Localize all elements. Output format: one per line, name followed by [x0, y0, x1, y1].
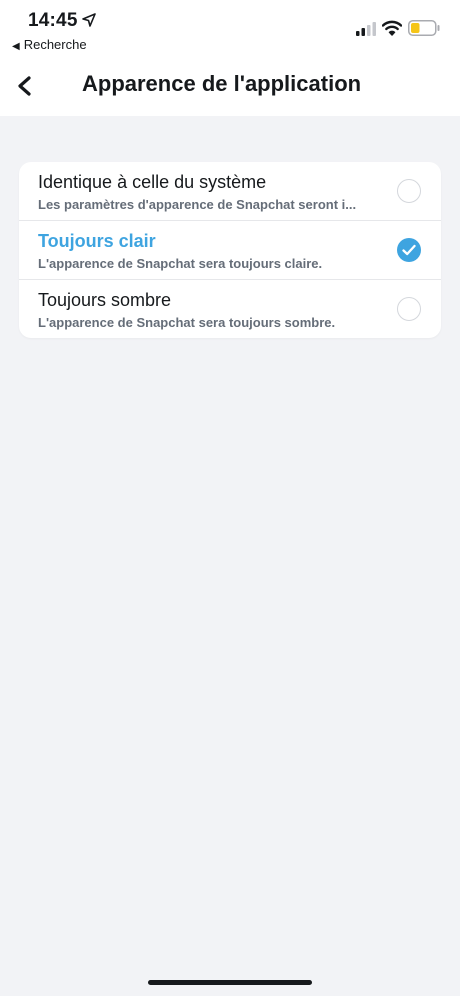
- option-system[interactable]: Identique à celle du système Les paramèt…: [19, 162, 441, 220]
- option-title: Toujours clair: [38, 231, 156, 251]
- option-title: Identique à celle du système: [38, 172, 267, 192]
- cellular-signal-icon: [356, 22, 376, 36]
- option-always-dark[interactable]: Toujours sombre L'apparence de Snapchat …: [19, 279, 441, 338]
- wifi-icon: [382, 20, 402, 36]
- appearance-options-card: Identique à celle du système Les paramèt…: [19, 162, 441, 338]
- option-subtitle: L'apparence de Snapchat sera toujours cl…: [38, 256, 323, 271]
- home-indicator[interactable]: [148, 980, 312, 985]
- nav-header: Apparence de l'application: [0, 60, 460, 116]
- option-always-light[interactable]: Toujours clair L'apparence de Snapchat s…: [19, 220, 441, 279]
- checkmark-icon: [402, 244, 416, 256]
- radio-checked-icon[interactable]: [397, 238, 421, 262]
- back-to-app-link[interactable]: ◀ Recherche: [12, 37, 87, 52]
- page-title: Apparence de l'application: [82, 71, 362, 96]
- option-subtitle: Les paramètres d'apparence de Snapchat s…: [38, 197, 357, 212]
- back-chevron-icon[interactable]: [12, 70, 40, 102]
- battery-low-icon: [408, 20, 440, 36]
- radio-unchecked-icon[interactable]: [397, 297, 421, 321]
- option-subtitle: L'apparence de Snapchat sera toujours so…: [38, 315, 336, 330]
- option-title: Toujours sombre: [38, 290, 172, 310]
- back-app-label: Recherche: [23, 37, 87, 52]
- status-time: 14:45: [28, 10, 78, 31]
- back-triangle-icon: ◀: [12, 41, 20, 52]
- radio-unchecked-icon[interactable]: [397, 179, 421, 203]
- location-arrow-icon: [82, 13, 96, 27]
- status-bar: 14:45 ◀ Recherche: [0, 0, 460, 60]
